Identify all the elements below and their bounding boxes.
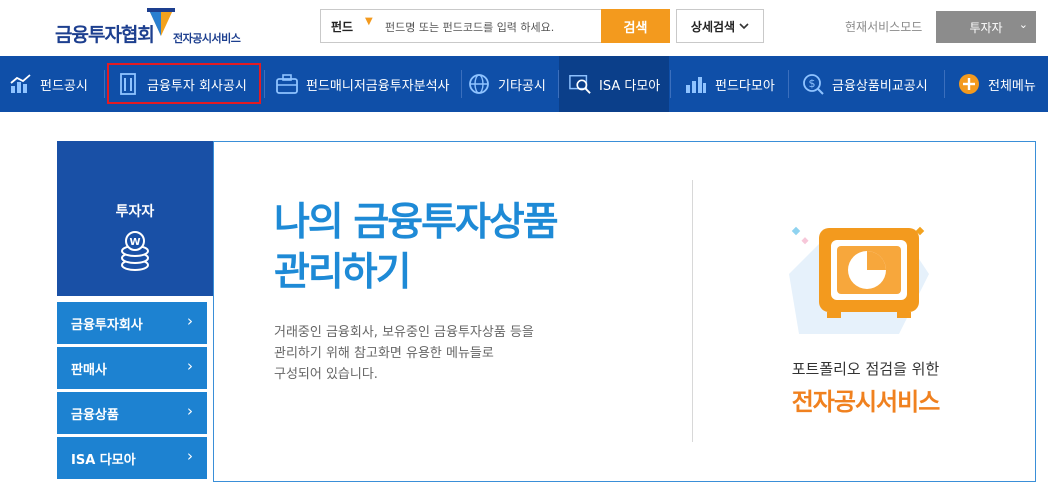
nav-item-product-compare[interactable]: $ 금융상품비교공시	[802, 56, 928, 112]
nav-divider	[944, 70, 945, 98]
chevron-right-icon: ›	[187, 357, 193, 375]
dollar-icon: $	[802, 73, 824, 95]
chevron-right-icon: ›	[187, 402, 193, 420]
bar-chart-icon	[10, 73, 32, 95]
chevron-right-icon: ›	[187, 312, 193, 330]
service-mode-select[interactable]: 투자자 ⌄	[936, 11, 1036, 43]
nav-label: 기타공시	[498, 78, 546, 94]
nav-label: 전체메뉴	[988, 78, 1036, 94]
nav-divider	[104, 70, 105, 98]
description-line: 관리하기 위해 참고화면 유용한 메뉴들로	[274, 346, 494, 361]
nav-label: 펀드다모아	[715, 78, 775, 94]
service-mode-value: 투자자	[969, 20, 1003, 35]
svg-text:W: W	[129, 237, 140, 248]
headline-line: 관리하기	[274, 250, 412, 295]
promo-subtitle: 포트폴리오 점검을 위한	[791, 360, 940, 378]
promo-title: 전자공시서비스	[791, 388, 941, 416]
nav-item-fund-damoa[interactable]: 펀드다모아	[685, 56, 775, 112]
sidebar-header: 투자자 W	[57, 141, 213, 296]
logo-subtitle: 전자공시서비스	[173, 32, 241, 45]
description-line: 구성되어 있습니다.	[274, 367, 378, 382]
nav-divider	[788, 70, 789, 98]
sidebar-item-isa-damoa[interactable]: ISA 다모아 ›	[57, 437, 207, 479]
nav-label: 금융투자 회사공시	[147, 78, 247, 94]
nav-label: 펀드공시	[40, 78, 88, 94]
sidebar-item-label: ISA 다모아	[71, 452, 136, 468]
plus-circle-icon	[958, 73, 980, 95]
nav-item-company-disclosure[interactable]: 금융투자 회사공시	[117, 56, 247, 112]
main-panel: 나의 금융투자상품 관리하기 거래중인 금융회사, 보유중인 금융투자상품 등을…	[213, 141, 1036, 482]
nav-divider	[461, 70, 462, 98]
sidebar-item-financial-company[interactable]: 금융투자회사 ›	[57, 302, 207, 344]
nav-item-fund-manager[interactable]: 펀드매니저금융투자분석사	[276, 56, 450, 112]
advanced-search-label: 상세검색	[690, 19, 736, 34]
main-nav: 펀드공시 금융투자 회사공시 펀드매니저금융투자분석사 기타공시 ISA 다모아…	[0, 56, 1048, 112]
service-mode-label: 현재서비스모드	[845, 20, 923, 34]
chevron-down-icon[interactable]: ▼	[365, 16, 373, 27]
nav-item-fund-disclosure[interactable]: 펀드공시	[10, 56, 88, 112]
sidebar-item-label: 금융투자회사	[71, 317, 143, 333]
logo[interactable]: 금융투자협회 전자공시서비스	[55, 8, 255, 48]
sidebar-item-financial-product[interactable]: 금융상품 ›	[57, 392, 207, 434]
description-line: 거래중인 금융회사, 보유중인 금융투자상품 등을	[274, 325, 534, 340]
page-headline: 나의 금융투자상품 관리하기	[274, 198, 654, 298]
safe-illustration-icon	[789, 226, 929, 334]
nav-divider	[670, 70, 671, 98]
search-category-select[interactable]: 펀드	[331, 18, 353, 35]
sidebar-item-label: 판매사	[71, 362, 107, 378]
top-header: 금융투자협회 전자공시서비스 펀드 ▼ 검색 상세검색 현재서비스모드 투자자 …	[0, 0, 1048, 56]
headline-line: 나의 금융투자상품	[274, 200, 559, 245]
briefcase-icon	[276, 73, 298, 95]
coin-stack-icon: W	[121, 231, 149, 271]
magnifier-icon	[569, 73, 591, 95]
nav-divider	[264, 70, 265, 98]
nav-label: ISA 다모아	[599, 78, 661, 94]
nav-label: 금융상품비교공시	[832, 78, 928, 94]
nav-item-all-menu[interactable]: 전체메뉴	[958, 56, 1036, 112]
sidebar-item-seller[interactable]: 판매사 ›	[57, 347, 207, 389]
globe-icon	[468, 73, 490, 95]
bars-icon	[685, 73, 707, 95]
nav-label: 펀드매니저금융투자분석사	[306, 78, 450, 94]
chevron-right-icon: ›	[187, 447, 193, 465]
chevron-down-icon: ⌄	[1018, 18, 1028, 31]
building-icon	[117, 73, 139, 95]
chevron-down-icon	[739, 23, 749, 30]
svg-text:$: $	[809, 77, 816, 90]
nav-item-other-disclosure[interactable]: 기타공시	[468, 56, 546, 112]
advanced-search-button[interactable]: 상세검색	[676, 9, 764, 43]
page-description: 거래중인 금융회사, 보유중인 금융투자상품 등을 관리하기 위해 참고화면 유…	[274, 322, 604, 385]
logo-mark-icon	[147, 8, 175, 36]
search-button[interactable]: 검색	[601, 9, 670, 43]
sidebar-title: 투자자	[115, 204, 155, 220]
divider	[692, 180, 693, 442]
sidebar-item-label: 금융상품	[71, 407, 119, 423]
nav-item-isa-damoa[interactable]: ISA 다모아	[559, 56, 669, 112]
search-input[interactable]	[385, 17, 595, 37]
logo-title: 금융투자협회	[55, 24, 155, 46]
